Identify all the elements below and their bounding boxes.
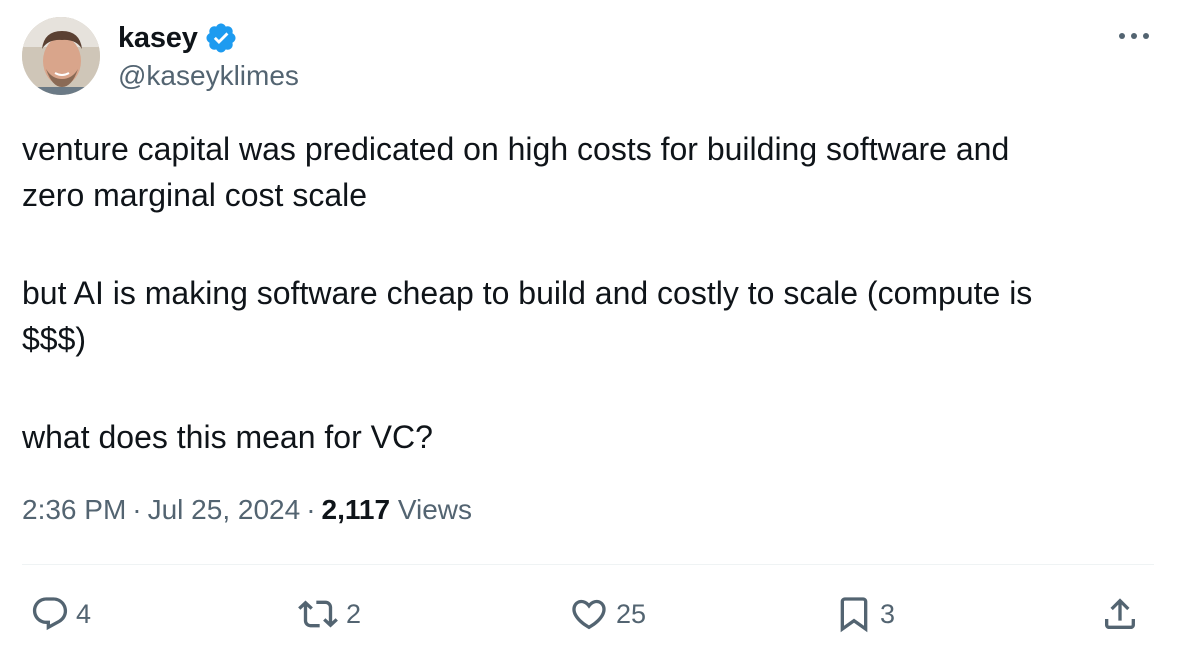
bookmark-count: 3 <box>880 598 896 629</box>
reply-bubble-icon <box>32 597 68 631</box>
share-upload-icon <box>1105 598 1135 629</box>
retweet-button[interactable]: 2 <box>296 590 361 638</box>
author-display-name[interactable]: kasey <box>118 22 198 55</box>
bookmark-button[interactable]: 3 <box>834 590 895 638</box>
tweet-line: what does this mean for VC? <box>22 419 433 455</box>
reply-button[interactable]: 4 <box>30 590 91 638</box>
views-count: 2,117 <box>321 494 391 525</box>
share-button[interactable] <box>1100 590 1140 638</box>
like-count: 25 <box>616 598 647 629</box>
tweet-line: zero marginal cost scale <box>22 177 368 213</box>
tweet-paragraph: what does this mean for VC? <box>22 414 1152 460</box>
tweet-text: venture capital was predicated on high c… <box>22 126 1152 460</box>
author-name-row: kasey <box>118 20 238 56</box>
heart-icon <box>572 599 606 630</box>
tweet-line: $$$) <box>22 321 87 357</box>
views-label: Views <box>397 494 473 525</box>
tweet-date[interactable]: Jul 25, 2024 <box>148 494 301 525</box>
retweet-icon <box>298 600 338 628</box>
tweet-time[interactable]: 2:36 PM <box>22 494 126 525</box>
tweet-paragraph: venture capital was predicated on high c… <box>22 126 1152 218</box>
avatar[interactable] <box>22 17 100 95</box>
meta-separator: · <box>306 494 316 525</box>
verified-badge-icon <box>206 23 236 53</box>
tweet-metadata: 2:36 PM · Jul 25, 2024 · 2,117 Views <box>22 494 472 526</box>
like-button[interactable]: 25 <box>568 590 646 638</box>
reply-count: 4 <box>76 598 92 629</box>
more-dots-icon <box>1119 33 1149 39</box>
bookmark-icon <box>840 597 868 633</box>
tweet-line: but AI is making software cheap to build… <box>22 275 1033 311</box>
retweet-count: 2 <box>346 598 362 629</box>
divider <box>22 564 1154 565</box>
meta-separator: · <box>132 494 142 525</box>
avatar-photo <box>22 17 100 95</box>
action-bar: 4 2 25 3 <box>0 590 1178 638</box>
tweet-paragraph: but AI is making software cheap to build… <box>22 270 1152 362</box>
tweet-card: kasey @kaseyklimes venture capital was p… <box>0 0 1178 650</box>
author-handle[interactable]: @kaseyklimes <box>118 60 299 92</box>
tweet-line: venture capital was predicated on high c… <box>22 131 1010 167</box>
more-options-button[interactable] <box>1116 22 1152 50</box>
